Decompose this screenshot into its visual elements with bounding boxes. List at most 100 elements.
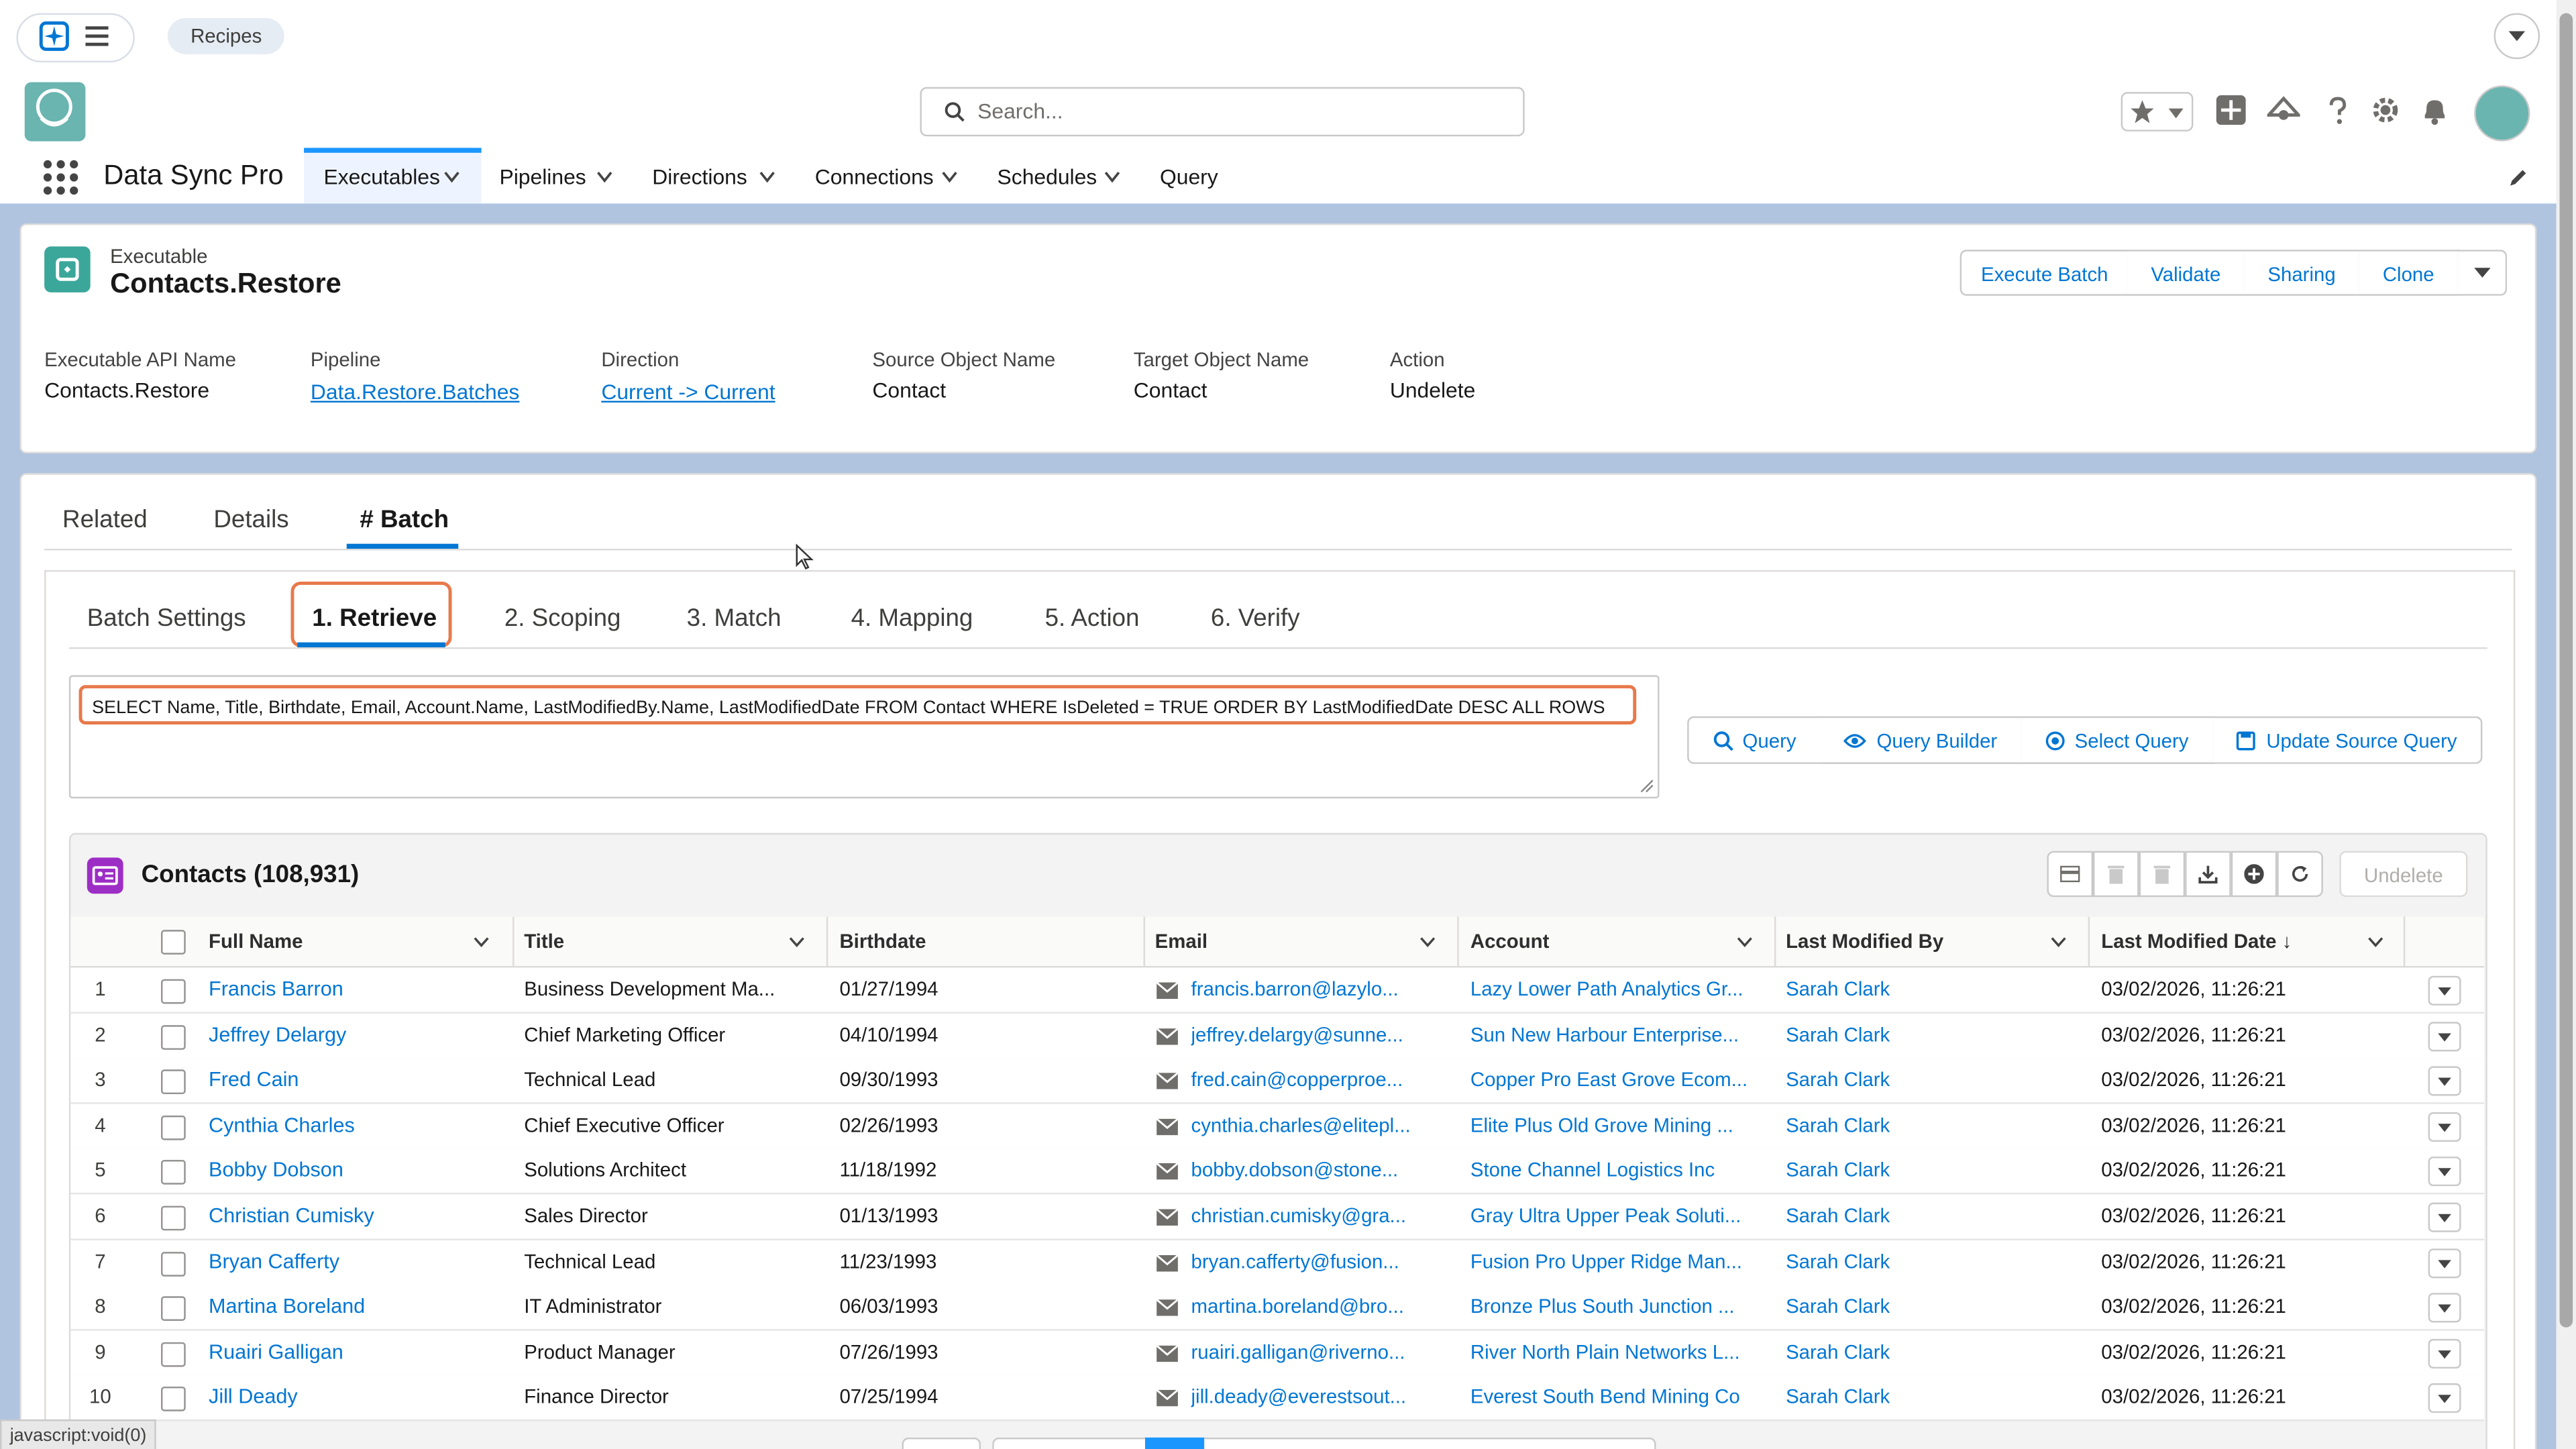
trailhead-icon[interactable] bbox=[2267, 95, 2300, 125]
nav-tab-query[interactable]: Query bbox=[1160, 164, 1218, 189]
subtab-verify[interactable]: 6. Verify bbox=[1211, 604, 1300, 633]
modified-by-link[interactable]: Sarah Clark bbox=[1786, 1376, 2082, 1420]
contact-name-link[interactable]: Jill Deady bbox=[209, 1376, 504, 1420]
contact-email-link[interactable]: jill.deady@everestsout... bbox=[1191, 1376, 1454, 1420]
row-checkbox[interactable] bbox=[161, 1342, 186, 1367]
more-actions-button[interactable] bbox=[2457, 250, 2508, 296]
account-link[interactable]: Elite Plus Old Grove Mining ... bbox=[1470, 1104, 1766, 1148]
contact-email-link[interactable]: bryan.cafferty@fusion... bbox=[1191, 1240, 1454, 1284]
validate-button[interactable]: Validate bbox=[2127, 250, 2246, 296]
contact-email-link[interactable]: fred.cain@copperproe... bbox=[1191, 1059, 1454, 1103]
chevron-down-icon[interactable] bbox=[596, 171, 612, 184]
modified-by-link[interactable]: Sarah Clark bbox=[1786, 1285, 2082, 1330]
subtab-mapping[interactable]: 4. Mapping bbox=[851, 604, 973, 633]
row-actions-button[interactable] bbox=[2428, 1338, 2461, 1368]
pagination-active-page[interactable] bbox=[1144, 1437, 1205, 1449]
menu-icon[interactable] bbox=[85, 26, 109, 46]
modified-by-link[interactable]: Sarah Clark bbox=[1786, 967, 2082, 1012]
subtab-retrieve[interactable]: 1. Retrieve bbox=[312, 604, 437, 633]
row-checkbox[interactable] bbox=[161, 1387, 186, 1412]
row-checkbox[interactable] bbox=[161, 1069, 186, 1095]
modified-by-link[interactable]: Sarah Clark bbox=[1786, 1149, 2082, 1193]
nav-tab-directions[interactable]: Directions bbox=[652, 164, 747, 189]
contact-name-link[interactable]: Bobby Dobson bbox=[209, 1149, 504, 1193]
contact-name-link[interactable]: Fred Cain bbox=[209, 1059, 504, 1103]
nav-tab-schedules[interactable]: Schedules bbox=[998, 164, 1097, 189]
account-link[interactable]: Fusion Pro Upper Ridge Man... bbox=[1470, 1240, 1766, 1284]
row-actions-button[interactable] bbox=[2428, 1384, 2461, 1414]
select-all-checkbox[interactable] bbox=[161, 930, 186, 955]
chevron-down-icon[interactable] bbox=[2050, 936, 2066, 948]
app-switcher-pill[interactable] bbox=[16, 13, 135, 63]
row-checkbox[interactable] bbox=[161, 1024, 186, 1049]
contact-name-link[interactable]: Francis Barron bbox=[209, 967, 504, 1012]
chevron-down-icon[interactable] bbox=[2493, 13, 2540, 60]
contact-email-link[interactable]: jeffrey.delargy@sunne... bbox=[1191, 1013, 1454, 1057]
app-launcher-icon[interactable] bbox=[43, 160, 79, 196]
chevron-down-icon[interactable] bbox=[1419, 936, 1436, 948]
add-icon[interactable] bbox=[2216, 95, 2246, 125]
column-header-account[interactable]: Account bbox=[1470, 917, 1550, 966]
modified-by-link[interactable]: Sarah Clark bbox=[1786, 1059, 2082, 1103]
chevron-down-icon[interactable] bbox=[2367, 936, 2383, 948]
delete-all-icon[interactable] bbox=[2139, 851, 2186, 898]
notification-bell-icon[interactable] bbox=[2420, 95, 2449, 125]
agentforce-icon[interactable] bbox=[39, 21, 69, 51]
contact-email-link[interactable]: ruairi.galligan@riverno... bbox=[1191, 1330, 1454, 1375]
column-header-title[interactable]: Title bbox=[524, 917, 564, 966]
modified-by-link[interactable]: Sarah Clark bbox=[1786, 1013, 2082, 1057]
row-checkbox[interactable] bbox=[161, 1160, 186, 1185]
account-link[interactable]: Sun New Harbour Enterprise... bbox=[1470, 1013, 1766, 1057]
contact-name-link[interactable]: Martina Boreland bbox=[209, 1285, 504, 1330]
contact-email-link[interactable]: cynthia.charles@elitepl... bbox=[1191, 1104, 1454, 1148]
undelete-button[interactable]: Undelete bbox=[2339, 851, 2468, 898]
download-icon[interactable] bbox=[2185, 851, 2231, 898]
chevron-down-icon[interactable] bbox=[1104, 171, 1120, 184]
row-actions-button[interactable] bbox=[2428, 1202, 2461, 1232]
avatar[interactable] bbox=[2474, 85, 2530, 142]
nav-tab-connections[interactable]: Connections bbox=[815, 164, 934, 189]
gear-icon[interactable] bbox=[2371, 95, 2400, 125]
direction-link[interactable]: Current -> Current bbox=[601, 380, 775, 405]
row-actions-button[interactable] bbox=[2428, 1248, 2461, 1278]
contact-name-link[interactable]: Jeffrey Delargy bbox=[209, 1013, 504, 1057]
row-actions-button[interactable] bbox=[2428, 1293, 2461, 1323]
update-source-query-button[interactable]: Update Source Query bbox=[2212, 716, 2483, 764]
add-circle-icon[interactable] bbox=[2231, 851, 2277, 898]
column-header-birthdate[interactable]: Birthdate bbox=[839, 917, 926, 966]
column-header-last-modified-by[interactable]: Last Modified By bbox=[1786, 917, 1943, 966]
row-checkbox[interactable] bbox=[161, 1251, 186, 1276]
nav-tab-pipelines[interactable]: Pipelines bbox=[499, 164, 586, 189]
account-link[interactable]: Bronze Plus South Junction ... bbox=[1470, 1285, 1766, 1330]
subtab-batch-settings[interactable]: Batch Settings bbox=[87, 604, 246, 633]
soql-query-text[interactable]: SELECT Name, Title, Birthdate, Email, Ac… bbox=[78, 685, 1637, 725]
account-link[interactable]: Stone Channel Logistics Inc bbox=[1470, 1149, 1766, 1193]
query-button[interactable]: Query bbox=[1687, 716, 1822, 764]
row-checkbox[interactable] bbox=[161, 979, 186, 1004]
account-link[interactable]: Everest South Bend Mining Co bbox=[1470, 1376, 1766, 1420]
subtab-match[interactable]: 3. Match bbox=[687, 604, 782, 633]
chevron-down-icon[interactable] bbox=[473, 936, 489, 948]
page-scrollbar-thumb[interactable] bbox=[2559, 13, 2573, 1328]
contact-name-link[interactable]: Ruairi Galligan bbox=[209, 1330, 504, 1375]
modified-by-link[interactable]: Sarah Clark bbox=[1786, 1104, 2082, 1148]
edit-nav-pencil-icon[interactable] bbox=[2509, 168, 2528, 187]
pagination-group[interactable] bbox=[992, 1437, 1656, 1449]
account-link[interactable]: River North Plain Networks L... bbox=[1470, 1330, 1766, 1375]
account-link[interactable]: Lazy Lower Path Analytics Gr... bbox=[1470, 967, 1766, 1012]
contact-email-link[interactable]: bobby.dobson@stone... bbox=[1191, 1149, 1454, 1193]
chevron-down-icon[interactable] bbox=[759, 171, 775, 184]
global-search-input[interactable]: Search... bbox=[920, 87, 1525, 137]
row-checkbox[interactable] bbox=[161, 1296, 186, 1322]
modified-by-link[interactable]: Sarah Clark bbox=[1786, 1240, 2082, 1284]
subtab-action[interactable]: 5. Action bbox=[1045, 604, 1140, 633]
help-icon[interactable] bbox=[2324, 95, 2351, 125]
contact-name-link[interactable]: Bryan Cafferty bbox=[209, 1240, 504, 1284]
pipeline-link[interactable]: Data.Restore.Batches bbox=[311, 380, 519, 405]
query-builder-button[interactable]: Query Builder bbox=[1820, 716, 2023, 764]
execute-batch-button[interactable]: Execute Batch bbox=[1960, 250, 2129, 296]
clone-button[interactable]: Clone bbox=[2359, 250, 2460, 296]
row-actions-button[interactable] bbox=[2428, 1157, 2461, 1187]
contact-name-link[interactable]: Cynthia Charles bbox=[209, 1104, 504, 1148]
tab-details[interactable]: Details bbox=[213, 506, 288, 534]
